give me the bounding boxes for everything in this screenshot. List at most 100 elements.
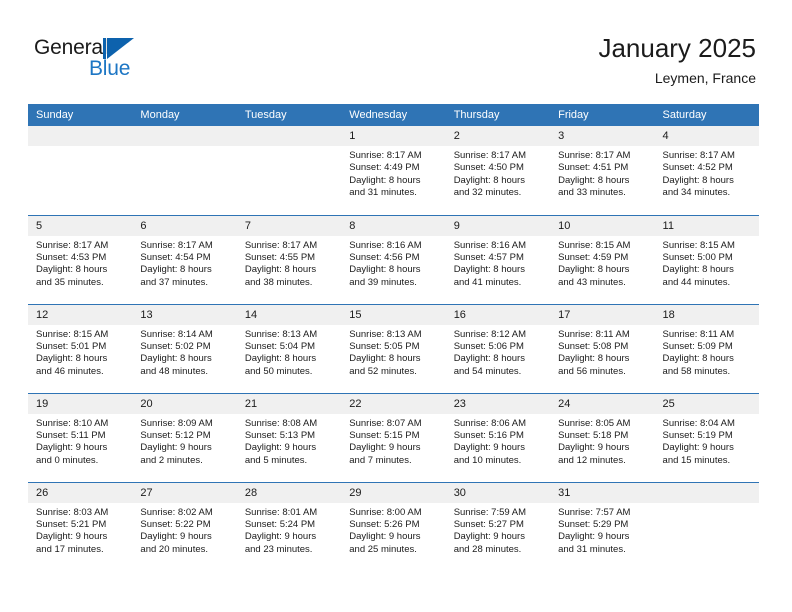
sunrise-text: Sunrise: 8:12 AM [453,328,527,340]
calendar-day-cell[interactable]: 8 Sunrise: 8:16 AM Sunset: 4:56 PM Daylight… [341,214,446,304]
calendar-day-cell[interactable]: 7 Sunrise: 8:17 AM Sunset: 4:55 PM Daylight… [236,214,342,304]
daylight-text-cont: and 56 minutes. [558,365,626,377]
day-number: 29 [341,482,446,503]
sunset-text: Sunset: 5:08 PM [558,340,629,352]
calendar-day-cell[interactable]: 16 Sunrise: 8:12 AM Sunset: 5:06 PM Dayligh… [445,303,551,393]
daylight-text: Daylight: 9 hours [558,442,630,454]
sunset-text: Sunset: 5:24 PM [244,518,316,530]
calendar-day-cell[interactable]: 12 Sunrise: 8:15 AM Sunset: 5:01 PM Dayligh… [28,303,133,393]
daylight-text-cont: and 31 minutes. [558,543,626,555]
calendar-day-cell[interactable]: 31 Sunrise: 7:57 AM Sunset: 5:29 PM Dayligh… [550,481,655,571]
daylight-text-cont: and 2 minutes. [140,454,203,466]
sunset-text: Sunset: 5:19 PM [662,429,733,441]
calendar-day-cell[interactable]: 26 Sunrise: 8:03 AM Sunset: 5:21 PM Dayligh… [28,481,133,571]
day-number: 8 [341,215,446,236]
title-block: January 2025 Leymen, France [598,32,756,88]
calendar-day-cell[interactable]: 22 Sunrise: 8:07 AM Sunset: 5:15 PM Dayligh… [341,392,446,482]
weekday-header-monday: Monday [132,104,237,126]
day-details: Sunrise: 8:05 AM Sunset: 5:18 PM Daylight:… [550,414,654,468]
day-number: 17 [550,304,655,325]
daylight-text-cont: and 32 minutes. [453,187,522,199]
day-number [236,126,342,146]
day-number: 10 [550,215,655,236]
sunset-text: Sunset: 4:57 PM [453,251,524,263]
daylight-text-cont: and 0 minutes. [36,454,99,466]
weekday-header-wednesday: Wednesday [341,104,446,126]
calendar-day-cell[interactable]: 5 Sunrise: 8:17 AM Sunset: 4:53 PM Daylight… [28,214,133,304]
daylight-text: Daylight: 8 hours [244,353,317,365]
sunset-text: Sunset: 4:52 PM [662,162,733,174]
day-details: Sunrise: 8:02 AM Sunset: 5:22 PM Daylight:… [132,503,236,557]
calendar-day-cell[interactable]: 13 Sunrise: 8:14 AM Sunset: 5:02 PM Dayligh… [132,303,237,393]
calendar-day-cell-empty [28,126,133,215]
sunset-text: Sunset: 4:56 PM [349,251,420,263]
day-details: Sunrise: 8:04 AM Sunset: 5:19 PM Daylight:… [655,414,759,468]
daylight-text: Daylight: 8 hours [662,264,734,276]
calendar-day-cell[interactable]: 19 Sunrise: 8:10 AM Sunset: 5:11 PM Dayligh… [28,392,133,482]
calendar-day-cell[interactable]: 29 Sunrise: 8:00 AM Sunset: 5:26 PM Dayligh… [341,481,446,571]
daylight-text: Daylight: 8 hours [36,264,108,276]
day-number [28,126,133,146]
calendar-day-cell[interactable]: 4 Sunrise: 8:17 AM Sunset: 4:52 PM Daylight… [654,126,759,215]
day-number [654,482,759,503]
calendar-day-cell[interactable]: 20 Sunrise: 8:09 AM Sunset: 5:12 PM Dayligh… [132,392,237,482]
sunset-text: Sunset: 5:13 PM [244,429,316,441]
calendar-day-cell[interactable]: 30 Sunrise: 7:59 AM Sunset: 5:27 PM Dayligh… [445,481,551,571]
calendar-day-cell-empty [132,126,237,215]
sunrise-text: Sunrise: 8:11 AM [662,328,735,340]
page-title: January 2025 [598,33,756,63]
calendar-day-cell[interactable]: 9 Sunrise: 8:16 AM Sunset: 4:57 PM Daylight… [445,214,551,304]
weekday-header-friday: Friday [550,104,655,126]
calendar-day-cell[interactable]: 10 Sunrise: 8:15 AM Sunset: 4:59 PM Dayligh… [550,214,655,304]
sunset-text: Sunset: 4:59 PM [558,251,629,263]
daylight-text: Daylight: 8 hours [558,174,630,186]
calendar-day-cell[interactable]: 18 Sunrise: 8:11 AM Sunset: 5:09 PM Dayligh… [654,303,759,393]
daylight-text-cont: and 48 minutes. [140,365,209,377]
calendar-day-cell-empty [654,481,759,571]
calendar-day-cell[interactable]: 14 Sunrise: 8:13 AM Sunset: 5:04 PM Dayligh… [236,303,342,393]
calendar-day-cell[interactable]: 11 Sunrise: 8:15 AM Sunset: 5:00 PM Dayligh… [654,214,759,304]
calendar-day-cell[interactable]: 2 Sunrise: 8:17 AM Sunset: 4:50 PM Daylight… [445,126,551,215]
sunset-text: Sunset: 5:22 PM [140,518,211,530]
calendar-day-cell[interactable]: 3 Sunrise: 8:17 AM Sunset: 4:51 PM Daylight… [550,126,655,215]
calendar-day-cell[interactable]: 1 Sunrise: 8:17 AM Sunset: 4:49 PM Daylight… [341,126,446,215]
sunrise-text: Sunrise: 8:08 AM [244,417,318,429]
daylight-text-cont: and 12 minutes. [558,454,626,466]
sunrise-text: Sunrise: 8:17 AM [662,150,735,161]
calendar-day-cell[interactable]: 24 Sunrise: 8:05 AM Sunset: 5:18 PM Dayligh… [550,392,655,482]
day-details: Sunrise: 8:13 AM Sunset: 5:04 PM Daylight:… [237,325,341,379]
weekday-header-saturday: Saturday [654,104,759,126]
daylight-text: Daylight: 8 hours [244,264,317,276]
weekday-header-tuesday: Tuesday [236,104,342,126]
sunrise-text: Sunrise: 8:15 AM [558,239,631,251]
sunrise-text: Sunrise: 8:17 AM [36,239,109,251]
sunrise-text: Sunrise: 8:15 AM [36,328,109,340]
day-number: 6 [132,215,237,236]
calendar-day-cell[interactable]: 25 Sunrise: 8:04 AM Sunset: 5:19 PM Dayligh… [654,392,759,482]
calendar-day-cell[interactable]: 15 Sunrise: 8:13 AM Sunset: 5:05 PM Dayligh… [341,303,446,393]
day-number: 16 [445,304,551,325]
daylight-text-cont: and 7 minutes. [349,454,412,466]
daylight-text-cont: and 33 minutes. [558,187,626,199]
calendar-day-cell-empty [236,126,342,215]
day-number: 11 [654,215,759,236]
daylight-text: Daylight: 8 hours [662,353,734,365]
calendar-day-cell[interactable]: 28 Sunrise: 8:01 AM Sunset: 5:24 PM Dayligh… [236,481,342,571]
sunset-text: Sunset: 5:18 PM [558,429,629,441]
daylight-text: Daylight: 9 hours [349,531,421,543]
daylight-text: Daylight: 9 hours [140,531,212,543]
day-details: Sunrise: 8:17 AM Sunset: 4:54 PM Daylight:… [132,236,236,290]
calendar-day-cell[interactable]: 21 Sunrise: 8:08 AM Sunset: 5:13 PM Dayligh… [236,392,342,482]
sail-mast-icon [103,38,106,59]
sunrise-text: Sunrise: 8:16 AM [453,239,527,251]
calendar-table: Sunday Monday Tuesday Wednesday Thursday… [28,104,759,571]
calendar-day-cell[interactable]: 6 Sunrise: 8:17 AM Sunset: 4:54 PM Daylight… [132,214,237,304]
daylight-text: Daylight: 9 hours [36,442,108,454]
brand-logo[interactable]: General Blue [34,36,164,84]
calendar-week-row: 26 Sunrise: 8:03 AM Sunset: 5:21 PM Dayligh… [28,481,759,571]
calendar-day-cell[interactable]: 17 Sunrise: 8:11 AM Sunset: 5:08 PM Dayligh… [550,303,655,393]
sunrise-text: Sunrise: 8:15 AM [662,239,735,251]
daylight-text: Daylight: 8 hours [140,353,212,365]
calendar-day-cell[interactable]: 23 Sunrise: 8:06 AM Sunset: 5:16 PM Dayligh… [445,392,551,482]
calendar-day-cell[interactable]: 27 Sunrise: 8:02 AM Sunset: 5:22 PM Dayligh… [132,481,237,571]
